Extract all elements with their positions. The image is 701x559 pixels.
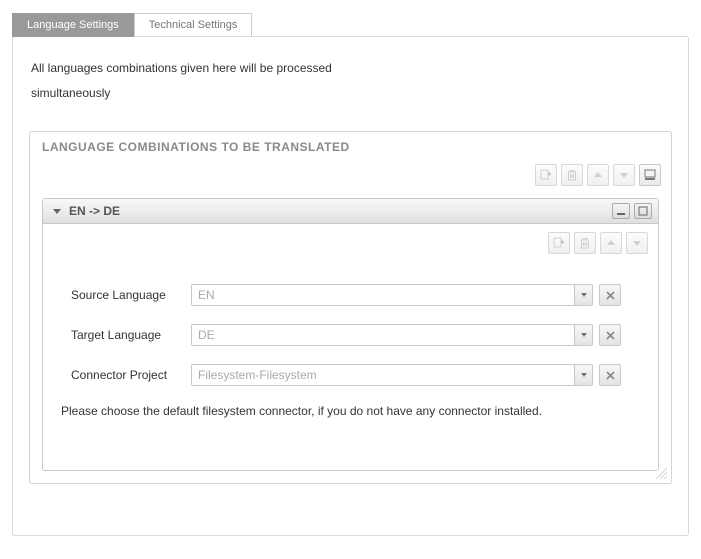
combo-source-language[interactable] (191, 284, 593, 306)
move-up-icon[interactable] (587, 164, 609, 186)
minimize-icon[interactable] (612, 203, 630, 219)
intro-line: All languages combinations given here wi… (31, 61, 332, 75)
pair-header[interactable]: EN -> DE (43, 199, 658, 224)
expand-all-icon[interactable] (639, 164, 661, 186)
clear-source-language-icon[interactable] (599, 284, 621, 306)
clear-connector-project-icon[interactable] (599, 364, 621, 386)
pair-card: EN -> DE (42, 198, 659, 471)
row-target-language: Target Language (71, 324, 648, 346)
pair-title: EN -> DE (69, 204, 120, 218)
row-source-language: Source Language (71, 284, 648, 306)
section-language-combinations: LANGUAGE COMBINATIONS TO BE TRANSLATED E… (29, 131, 672, 484)
input-connector-project[interactable] (192, 365, 574, 385)
clear-target-language-icon[interactable] (599, 324, 621, 346)
resize-grip-icon[interactable] (654, 466, 668, 480)
move-down-icon[interactable] (626, 232, 648, 254)
panel-language-settings: All languages combinations given here wi… (12, 36, 689, 536)
intro-bold: simultaneously (31, 84, 672, 103)
pair-body: Source Language Target Language (43, 224, 658, 418)
maximize-icon[interactable] (634, 203, 652, 219)
combo-target-language[interactable] (191, 324, 593, 346)
tab-technical-settings[interactable]: Technical Settings (134, 13, 253, 37)
move-up-icon[interactable] (600, 232, 622, 254)
add-icon[interactable] (548, 232, 570, 254)
input-target-language[interactable] (192, 325, 574, 345)
intro-text: All languages combinations given here wi… (31, 59, 672, 78)
label-target-language: Target Language (71, 328, 191, 342)
input-source-language[interactable] (192, 285, 574, 305)
pair-toolbar (53, 232, 648, 274)
dropdown-icon[interactable] (574, 365, 592, 385)
delete-icon[interactable] (561, 164, 583, 186)
chevron-down-icon (53, 209, 61, 214)
dropdown-icon[interactable] (574, 285, 592, 305)
tabs: Language Settings Technical Settings (12, 12, 689, 36)
dropdown-icon[interactable] (574, 325, 592, 345)
delete-icon[interactable] (574, 232, 596, 254)
section-title: LANGUAGE COMBINATIONS TO BE TRANSLATED (40, 138, 661, 164)
add-icon[interactable] (535, 164, 557, 186)
label-source-language: Source Language (71, 288, 191, 302)
tab-language-settings[interactable]: Language Settings (12, 13, 134, 37)
combo-connector-project[interactable] (191, 364, 593, 386)
label-connector-project: Connector Project (71, 368, 191, 382)
move-down-icon[interactable] (613, 164, 635, 186)
connector-hint: Please choose the default filesystem con… (61, 404, 648, 418)
row-connector-project: Connector Project (71, 364, 648, 386)
section-toolbar (40, 164, 661, 196)
